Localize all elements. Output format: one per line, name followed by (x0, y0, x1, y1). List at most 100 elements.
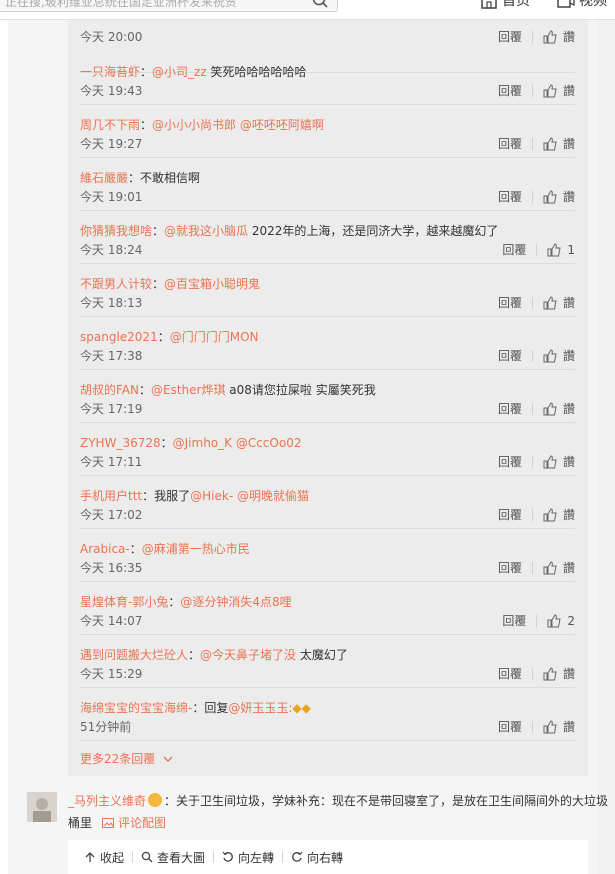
like-button[interactable]: 讚 (543, 665, 575, 682)
chevron-down-icon (163, 756, 173, 762)
reply-time: 今天 15:29 (80, 667, 143, 681)
like-button[interactable]: 讚 (543, 453, 575, 470)
divider (531, 561, 533, 574)
top-bar: 正在搜,玻利维亚总统在国足亚洲杯发来祝贺 首页 视频 (0, 0, 615, 20)
reply-author[interactable]: 一只海苔虾 (80, 65, 140, 79)
reply-author[interactable]: 海绵宝宝的宝宝海绵- (80, 701, 192, 715)
reply-author[interactable]: ZYHW_36728 (80, 436, 161, 450)
reply-button[interactable]: 回覆 (498, 347, 522, 364)
reply-text: Arabica-：@麻浦第一热心市民 (80, 542, 250, 556)
page-margin (598, 20, 615, 874)
search-placeholder: 正在搜,玻利维亚总统在国足亚洲杯发来祝贺 (5, 0, 237, 9)
search-input[interactable]: 正在搜,玻利维亚总统在国足亚洲杯发来祝贺 (0, 0, 338, 12)
reply-item: 遇到问题搬大烂砼人：@今天鼻子堵了没 太魔幻了 今天 15:29 回覆 讚 (80, 635, 575, 688)
more-replies-link[interactable]: 更多22条回覆 (80, 750, 173, 767)
mention-link[interactable]: @麻浦第一热心市民 (142, 542, 250, 556)
like-button[interactable]: 讚 (543, 28, 575, 45)
mention-link[interactable]: @今天鼻子堵了没 (200, 648, 296, 662)
collapse-button[interactable]: 收起 (84, 849, 124, 866)
reply-button[interactable]: 回覆 (498, 28, 522, 45)
mention-link[interactable]: @小小小尚书郎 @呸呸呸阿嬉啊 (152, 118, 324, 132)
reply-button[interactable]: 回覆 (502, 612, 526, 629)
mention-link[interactable]: @百宝箱小聪明鬼 (164, 277, 260, 291)
mention-link[interactable]: @小司_zz (152, 65, 207, 79)
reply-time: 今天 19:43 (80, 84, 143, 98)
avatar[interactable] (27, 792, 57, 822)
like-button[interactable]: 讚 (543, 506, 575, 523)
reply-time: 今天 14:07 (80, 614, 143, 628)
nav-video[interactable]: 视频 (557, 0, 607, 10)
reply-button[interactable]: 回覆 (498, 718, 522, 735)
thumbs-up-icon (543, 507, 557, 521)
reply-author[interactable]: 你猜猜我想啥 (80, 224, 152, 238)
like-button[interactable]: 讚 (543, 188, 575, 205)
mention-link[interactable]: @门门门门MON (170, 330, 259, 344)
reply-button[interactable]: 回覆 (498, 294, 522, 311)
like-button[interactable]: 讚 (543, 718, 575, 735)
view-large-button[interactable]: 查看大圖 (141, 849, 205, 866)
reply-author[interactable]: 遇到问题搬大烂砼人 (80, 648, 188, 662)
like-count: 讚 (562, 561, 575, 575)
comment-image-link[interactable]: 评论配图 (102, 816, 166, 830)
like-count: 讚 (562, 720, 575, 734)
like-button[interactable]: 讚 (543, 347, 575, 364)
mention-link[interactable]: @Hiek- @明晚就偷猫 (190, 489, 309, 503)
reply-text: 周几不下雨：@小小小尚书郎 @呸呸呸阿嬉啊 (80, 118, 324, 132)
reply-actions: 回覆 讚 (498, 188, 575, 205)
reply-actions: 回覆 讚 (498, 28, 575, 45)
like-button[interactable]: 讚 (543, 82, 575, 99)
mention-link[interactable]: @Esther烨琪 (151, 383, 225, 397)
mention-link[interactable]: @就我这小脑瓜 (164, 224, 248, 238)
mention-link[interactable]: @Jimho_K @CccOo02 (173, 436, 302, 450)
divider (132, 851, 134, 863)
reply-button[interactable]: 回覆 (498, 665, 522, 682)
reply-button[interactable]: 回覆 (502, 241, 526, 258)
video-icon (557, 0, 575, 8)
reply-author[interactable]: spangle2021 (80, 330, 158, 344)
reply-button[interactable]: 回覆 (498, 559, 522, 576)
more-replies-label: 更多22条回覆 (80, 752, 156, 766)
reply-author[interactable]: 不跟男人计较 (80, 277, 152, 291)
reply-time: 今天 18:24 (80, 243, 143, 257)
mention-link[interactable]: @逐分钟消失4点8哩 (180, 595, 291, 609)
reply-author[interactable]: 手机用户ttt (80, 489, 142, 503)
reply-time: 今天 16:35 (80, 561, 143, 575)
reply-author[interactable]: 周几不下雨 (80, 118, 140, 132)
divider (531, 667, 533, 680)
reply-button[interactable]: 回覆 (498, 135, 522, 152)
reply-text: 胡叔的FAN：@Esther烨琪 a08请您拉屎啦 实屬笑死我 (80, 383, 376, 397)
reply-author[interactable]: Arabica- (80, 542, 130, 556)
reply-author[interactable]: 維石嚴嚴 (80, 171, 128, 185)
reply-button[interactable]: 回覆 (498, 188, 522, 205)
reply-author[interactable]: 星煌体育-郭小兔 (80, 595, 168, 609)
reply-time: 今天 17:11 (80, 455, 143, 469)
rotate-left-button[interactable]: 向左轉 (222, 849, 274, 866)
mention-link[interactable]: @妍玉玉玉: (228, 701, 292, 715)
reply-author[interactable]: 胡叔的FAN (80, 383, 139, 397)
comment-text: _马列主义维奇 ：关于卫生间垃圾，学妹补充：现在不是带回寝室了，是放在卫生间隔间外… (68, 790, 615, 834)
comment-author[interactable]: _马列主义维奇 (68, 794, 146, 808)
divider (531, 402, 533, 415)
rotate-right-button[interactable]: 向右轉 (291, 849, 343, 866)
like-button[interactable]: 1 (547, 243, 575, 257)
reply-text: 一只海苔虾：@小司_zz 笑死哈哈哈哈哈哈 (80, 65, 307, 79)
reply-content: 回复 (204, 701, 229, 715)
like-button[interactable]: 讚 (543, 294, 575, 311)
reply-button[interactable]: 回覆 (498, 400, 522, 417)
like-button[interactable]: 讚 (543, 559, 575, 576)
search-icon[interactable] (311, 0, 329, 9)
like-button[interactable]: 2 (547, 614, 575, 628)
nav-home[interactable]: 首页 (480, 0, 530, 10)
like-count: 讚 (562, 84, 575, 98)
nav-video-label: 视频 (579, 0, 607, 9)
divider (531, 190, 533, 203)
nav-home-label: 首页 (502, 0, 530, 9)
like-button[interactable]: 讚 (543, 400, 575, 417)
thumbs-up-icon (543, 401, 557, 415)
like-count: 讚 (562, 30, 575, 44)
reply-button[interactable]: 回覆 (498, 82, 522, 99)
reply-button[interactable]: 回覆 (498, 506, 522, 523)
like-button[interactable]: 讚 (543, 135, 575, 152)
reply-text: 海绵宝宝的宝宝海绵-：回复@妍玉玉玉:◆◆ (80, 701, 311, 715)
reply-button[interactable]: 回覆 (498, 453, 522, 470)
